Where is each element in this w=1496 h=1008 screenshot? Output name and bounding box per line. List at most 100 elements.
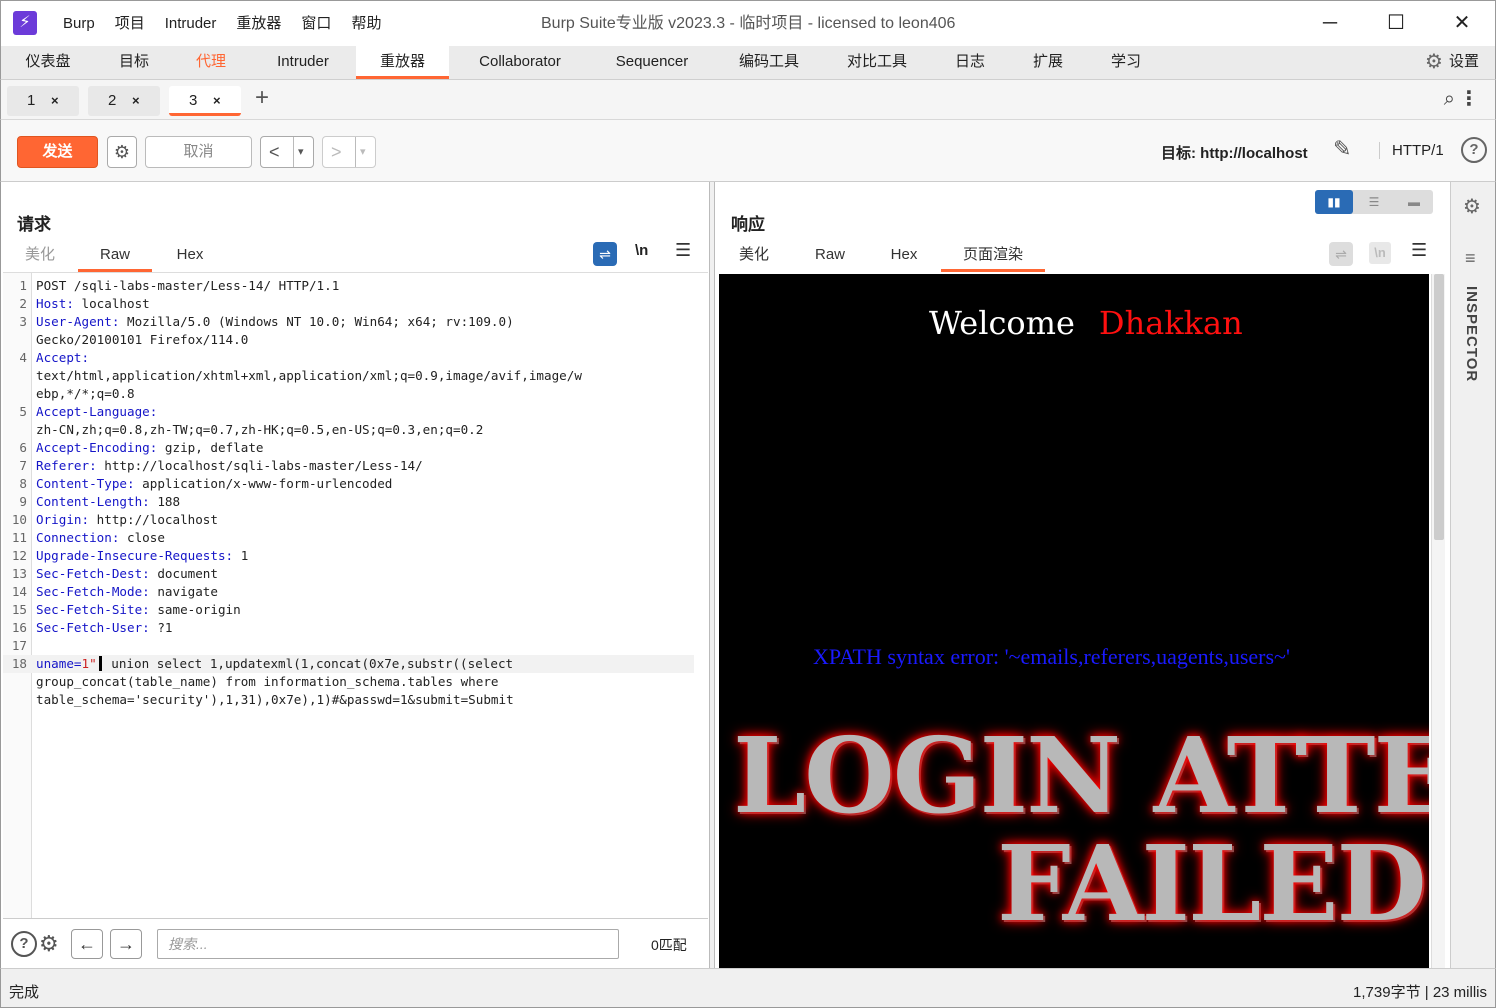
- layout-side-by-side-icon[interactable]: ▮▮: [1315, 190, 1353, 214]
- edit-target-pencil-icon[interactable]: ✎: [1333, 136, 1351, 162]
- scrollbar-thumb[interactable]: [1434, 274, 1444, 540]
- minimize-button[interactable]: ─: [1297, 1, 1363, 47]
- layout-tabs-icon[interactable]: ▬: [1395, 190, 1433, 214]
- tab-extensions[interactable]: 扩展: [1023, 46, 1073, 79]
- tab-sequencer[interactable]: Sequencer: [601, 46, 703, 79]
- line-number: 1: [19, 278, 27, 293]
- tab-proxy[interactable]: 代理: [179, 46, 243, 79]
- close-tab-icon[interactable]: ×: [213, 86, 221, 116]
- newline-toggle-icon[interactable]: \n: [635, 242, 648, 259]
- search-input[interactable]: 搜索...: [157, 929, 619, 959]
- line-content: Referer: http://localhost/sqli-labs-mast…: [3, 458, 423, 473]
- tab-hex[interactable]: Hex: [879, 238, 929, 272]
- welcome-name: Dhakkan: [1098, 304, 1243, 342]
- request-editor[interactable]: 1 POST /sqli-labs-master/Less-14/ HTTP/1.…: [3, 272, 708, 919]
- request-body-continuation: table_schema='security'),1,31),0x7e),1)#…: [3, 691, 708, 709]
- close-window-button[interactable]: ✕: [1429, 1, 1495, 47]
- maximize-button[interactable]: ☐: [1363, 1, 1429, 47]
- tab-logger[interactable]: 日志: [945, 46, 995, 79]
- request-line: 13 Sec-Fetch-Dest: document: [3, 565, 708, 583]
- title-bar: ⚡ Burp 项目 Intruder 重放器 窗口 帮助 Burp Suite专…: [0, 0, 1496, 46]
- chevron-down-icon[interactable]: ▾: [355, 137, 366, 167]
- render-scrollbar[interactable]: [1431, 274, 1445, 968]
- line-number: 4: [19, 350, 27, 365]
- request-line: text/html,application/xhtml+xml,applicat…: [3, 367, 708, 385]
- cancel-button[interactable]: 取消: [145, 136, 252, 168]
- tab-repeater[interactable]: 重放器: [356, 46, 449, 79]
- menu-project[interactable]: 项目: [107, 1, 153, 47]
- login-failed-banner-line1: LOGIN ATTE: [733, 714, 1429, 837]
- tab-learn[interactable]: 学习: [1101, 46, 1151, 79]
- repeater-tab-3[interactable]: 3 ×: [169, 86, 241, 116]
- line-content: zh-CN,zh;q=0.8,zh-TW;q=0.7,zh-HK;q=0.5,e…: [3, 422, 483, 437]
- settings-button[interactable]: ⚙ 设置: [1425, 46, 1479, 78]
- menu-intruder[interactable]: Intruder: [157, 1, 225, 47]
- tab-intruder[interactable]: Intruder: [257, 46, 349, 79]
- line-content: Sec-Fetch-User: ?1: [3, 620, 172, 635]
- line-number: 2: [19, 296, 27, 311]
- header-name: Sec-Fetch-Site:: [36, 602, 150, 617]
- line-number: 14: [11, 584, 27, 599]
- add-tab-button[interactable]: +: [255, 84, 269, 112]
- tab-collaborator[interactable]: Collaborator: [463, 46, 577, 79]
- line-number: 16: [11, 620, 27, 635]
- request-line: 15 Sec-Fetch-Site: same-origin: [3, 601, 708, 619]
- menu-burp[interactable]: Burp: [55, 1, 103, 47]
- menu-window[interactable]: 窗口: [293, 1, 339, 47]
- param-name: uname=: [36, 656, 82, 671]
- hamburger-menu-icon[interactable]: ☰: [675, 240, 691, 261]
- tab-raw[interactable]: Raw: [78, 238, 152, 272]
- line-number: 11: [11, 530, 27, 545]
- tab-raw[interactable]: Raw: [805, 238, 855, 272]
- repeater-tab-2[interactable]: 2 ×: [88, 86, 160, 116]
- repeater-tab-1[interactable]: 1 ×: [7, 86, 79, 116]
- header-value: application/x-www-form-urlencoded: [134, 476, 393, 491]
- http-version-label[interactable]: HTTP/1: [1379, 142, 1444, 159]
- gear-icon[interactable]: ⚙: [39, 931, 59, 957]
- header-name: Content-Length:: [36, 494, 150, 509]
- tab-render[interactable]: 页面渲染: [941, 238, 1045, 272]
- layout-stacked-icon[interactable]: ☰: [1355, 190, 1393, 214]
- line-content: Content-Type: application/x-www-form-url…: [3, 476, 392, 491]
- header-name: Upgrade-Insecure-Requests:: [36, 548, 234, 563]
- send-button[interactable]: 发送: [17, 136, 98, 168]
- tab-target[interactable]: 目标: [99, 46, 169, 79]
- header-name: Sec-Fetch-User:: [36, 620, 150, 635]
- inspector-lines-icon[interactable]: ≡: [1465, 248, 1476, 269]
- tab-comparer[interactable]: 对比工具: [833, 46, 921, 79]
- more-options-icon[interactable]: ⋮: [1459, 86, 1479, 111]
- header-value: http://localhost/sqli-labs-master/Less-1…: [96, 458, 423, 473]
- request-title: 请求: [17, 215, 51, 234]
- inspector-toggle[interactable]: INSPECTOR: [1463, 286, 1480, 382]
- hamburger-menu-icon[interactable]: ☰: [1411, 240, 1427, 261]
- close-tab-icon[interactable]: ×: [132, 86, 140, 116]
- request-line: 12 Upgrade-Insecure-Requests: 1: [3, 547, 708, 565]
- status-bar: 完成 1,739字节 | 23 millis: [0, 968, 1496, 1008]
- tab-dashboard[interactable]: 仪表盘: [11, 46, 85, 79]
- window-title: Burp Suite专业版 v2023.3 - 临时项目 - licensed …: [541, 15, 956, 32]
- search-prev-button[interactable]: ←: [71, 929, 103, 959]
- tab-pretty[interactable]: 美化: [729, 238, 779, 272]
- chevron-down-icon[interactable]: ▾: [293, 137, 304, 167]
- payload-text: table_schema='security'),1,31),0x7e),1)#…: [36, 692, 514, 707]
- tab-decoder[interactable]: 编码工具: [725, 46, 813, 79]
- history-forward-button[interactable]: > ▾: [322, 136, 376, 168]
- menu-repeater[interactable]: 重放器: [228, 1, 289, 47]
- arrow-left-icon: ←: [78, 934, 96, 954]
- status-text: 完成: [9, 984, 40, 1001]
- search-icon[interactable]: ⌕: [1444, 88, 1455, 111]
- send-settings-button[interactable]: ⚙: [107, 136, 137, 168]
- gear-icon[interactable]: ⚙: [1463, 194, 1481, 219]
- history-back-button[interactable]: < ▾: [260, 136, 314, 168]
- tab-pretty[interactable]: 美化: [15, 238, 65, 272]
- close-tab-icon[interactable]: ×: [51, 86, 59, 116]
- search-next-button[interactable]: →: [110, 929, 142, 959]
- help-icon[interactable]: ?: [11, 931, 37, 957]
- word-wrap-icon[interactable]: ⇌: [593, 242, 617, 266]
- help-icon[interactable]: ?: [1461, 137, 1487, 163]
- tab-hex[interactable]: Hex: [165, 238, 215, 272]
- inspector-rail: ⚙ ≡ INSPECTOR: [1450, 182, 1496, 968]
- header-value: same-origin: [149, 602, 241, 617]
- line-number: 3: [19, 314, 27, 329]
- menu-help[interactable]: 帮助: [343, 1, 389, 47]
